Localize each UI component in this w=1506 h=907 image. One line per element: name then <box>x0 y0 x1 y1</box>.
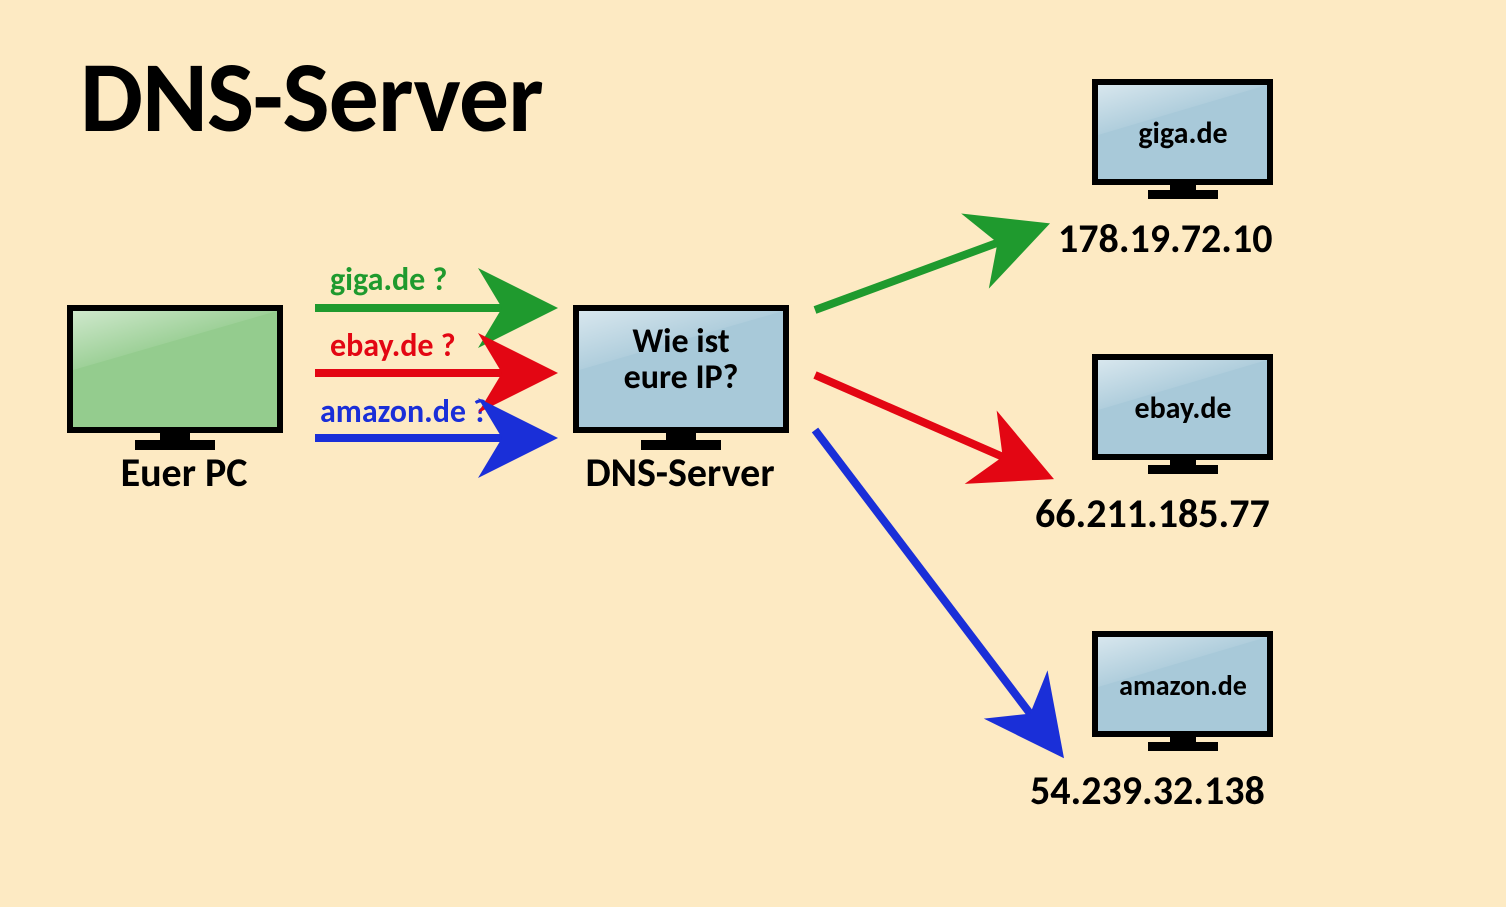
dns-question-line1: Wie ist <box>632 321 729 362</box>
server-giga-name: giga.de <box>1138 115 1227 152</box>
server-ebay-name: ebay.de <box>1134 390 1231 427</box>
dns-server-icon: Wie ist eure IP? <box>576 308 786 450</box>
server-amazon-name: amazon.de <box>1119 668 1247 703</box>
server-ebay-icon: ebay.de <box>1095 357 1270 474</box>
arrow-resolve-amazon <box>815 430 1035 720</box>
diagram-canvas: Wie ist eure IP? giga.de ebay.de amazon.… <box>0 0 1506 907</box>
arrow-resolve-giga <box>815 240 1005 310</box>
server-amazon-icon: amazon.de <box>1095 634 1270 751</box>
arrow-resolve-ebay <box>815 375 1010 460</box>
dns-question-line2: eure IP? <box>624 357 739 398</box>
server-giga-icon: giga.de <box>1095 82 1270 199</box>
pc-icon <box>70 308 280 450</box>
